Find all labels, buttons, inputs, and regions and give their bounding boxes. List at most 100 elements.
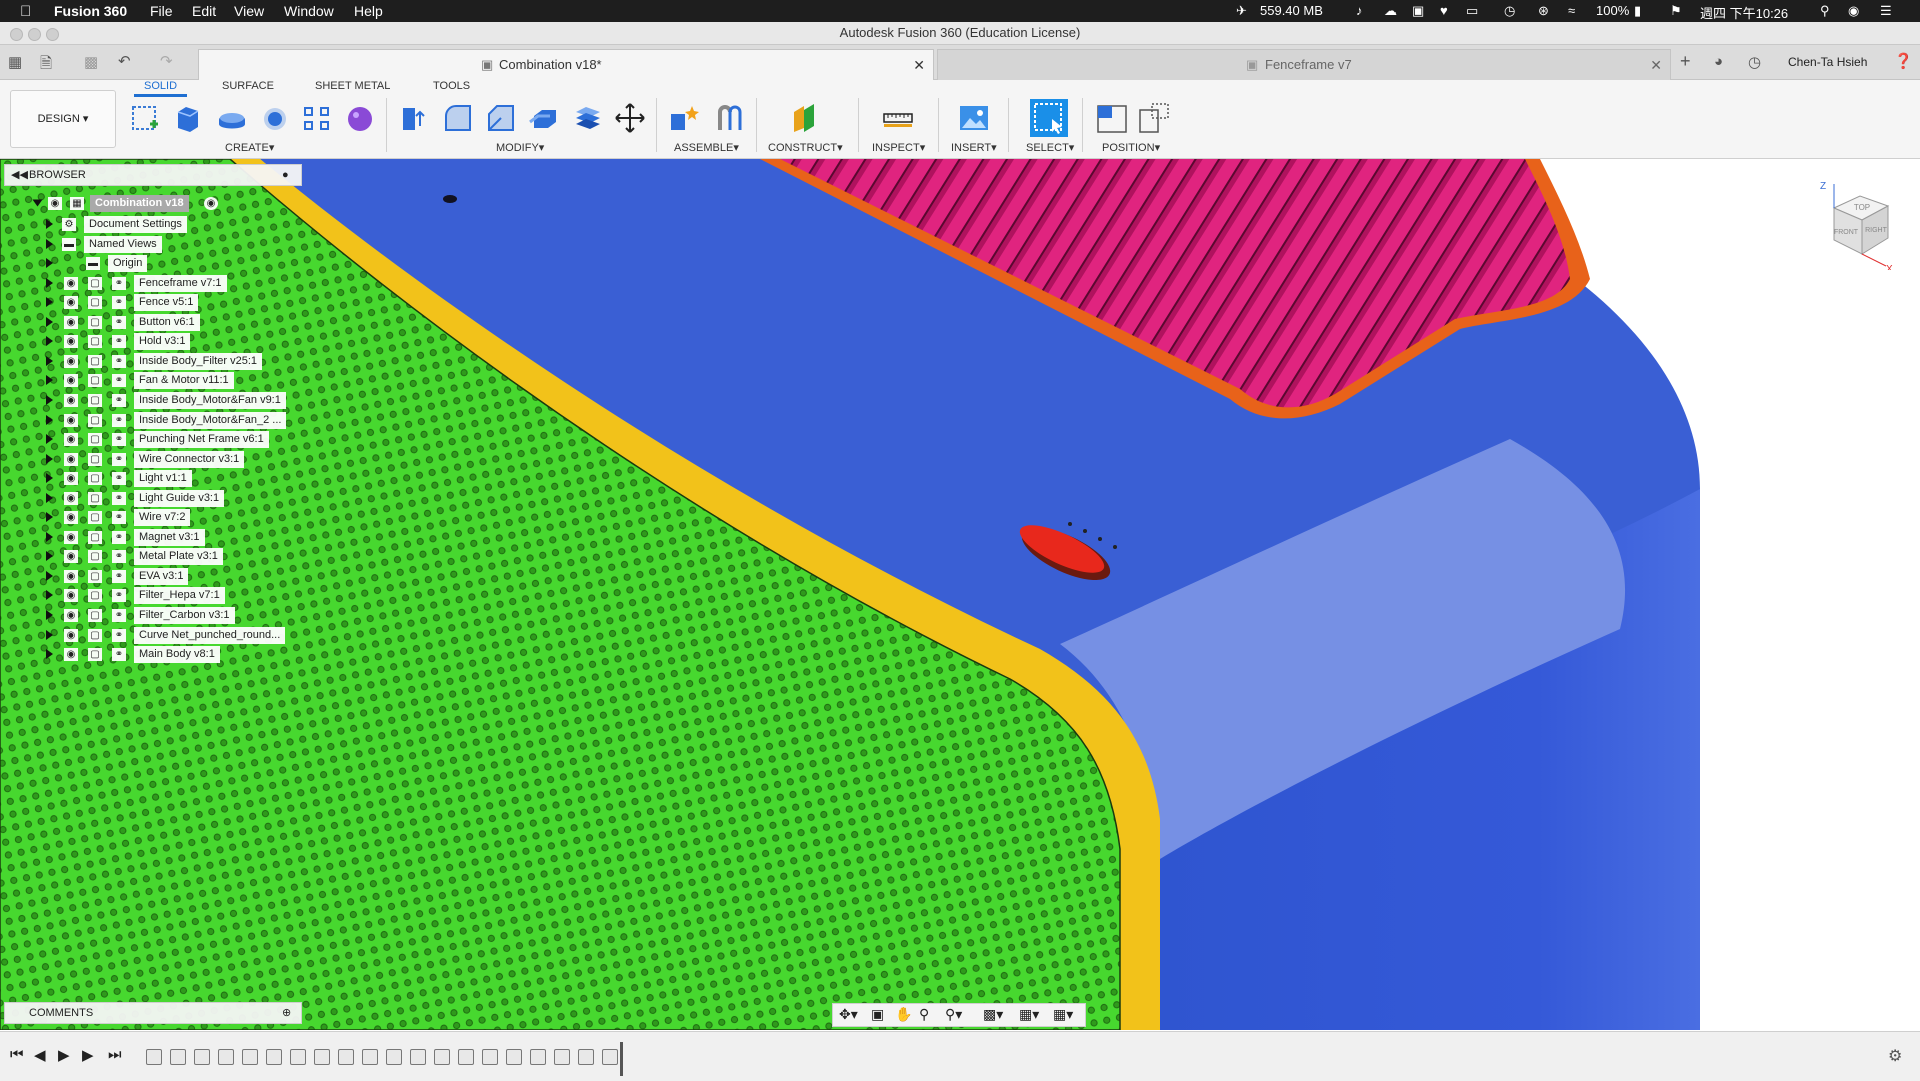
notifications-icon[interactable]: ◷	[1748, 53, 1761, 71]
move-copy-icon[interactable]	[614, 102, 646, 134]
expand-triangle-icon[interactable]	[46, 453, 53, 464]
notification-center-icon[interactable]: ☰	[1880, 3, 1892, 19]
expand-triangle-icon[interactable]	[46, 238, 53, 249]
group-modify[interactable]: MODIFY▾	[496, 141, 544, 154]
offset-plane-icon[interactable]	[790, 102, 822, 134]
browser-item[interactable]: ◉ ▢ ⚭ EVA v3:1	[4, 567, 302, 585]
browser-item[interactable]: ▬ Named Views	[4, 235, 302, 253]
timeline-feature-icon[interactable]	[242, 1049, 258, 1065]
browser-item[interactable]: ◉ ▢ ⚭ Button v6:1	[4, 313, 302, 331]
expand-triangle-icon[interactable]	[46, 570, 53, 581]
expand-triangle-icon[interactable]	[46, 414, 53, 425]
expand-triangle-icon[interactable]	[46, 219, 53, 229]
browser-item[interactable]: ◉ ▢ ⚭ Filter_Carbon v3:1	[4, 607, 302, 624]
airplay-icon[interactable]: ▭	[1466, 3, 1478, 19]
close-tab-icon[interactable]: ✕	[913, 50, 925, 80]
timeline-feature-icon[interactable]	[530, 1049, 546, 1065]
browser-item[interactable]: ◉ ▢ ⚭ Fence v5:1	[4, 294, 302, 312]
user-name[interactable]: Chen-Ta Hsieh	[1788, 55, 1867, 69]
orbit-icon[interactable]: ✥▾	[839, 1006, 858, 1023]
display-settings-icon[interactable]: ▩▾	[983, 1006, 1003, 1023]
browser-item[interactable]: ◉ ▢ ⚭ Wire Connector v3:1	[4, 450, 302, 468]
timeline-feature-icon[interactable]	[506, 1049, 522, 1065]
revert-position-icon[interactable]	[1138, 102, 1170, 134]
create-form-icon[interactable]	[344, 102, 376, 134]
expand-triangle-icon[interactable]	[46, 492, 53, 503]
browser-item[interactable]: ◉ ▢ ⚭ Light Guide v3:1	[4, 489, 302, 507]
combine-icon[interactable]	[572, 102, 604, 134]
viewports-icon[interactable]: ▦▾	[1053, 1006, 1073, 1023]
close-window-button[interactable]	[10, 28, 23, 41]
insert-canvas-icon[interactable]	[958, 102, 990, 134]
visibility-eye-icon[interactable]: ◉	[64, 335, 78, 349]
measure-icon[interactable]	[882, 102, 914, 134]
input-source-icon[interactable]: ⚑	[1670, 3, 1682, 19]
undo-icon[interactable]: ↶	[118, 52, 131, 70]
browser-item[interactable]: ◉ ▢ ⚭ Inside Body_Motor&Fan_2 ...	[4, 411, 302, 429]
tab-combination[interactable]: ▣ Combination v18* ✕	[198, 49, 934, 80]
browser-header[interactable]: ◀◀ BROWSER ●	[4, 164, 302, 186]
battery-icon[interactable]: ▮	[1634, 3, 1641, 19]
memory-readout[interactable]: 559.40 MB	[1260, 3, 1323, 18]
play-icon[interactable]: ▶	[58, 1046, 70, 1064]
menu-file[interactable]: File	[150, 3, 173, 19]
browser-item[interactable]: ◉ ▢ ⚭ Hold v3:1	[4, 333, 302, 351]
menu-help[interactable]: Help	[354, 3, 383, 19]
siri-icon[interactable]: ◉	[1848, 3, 1859, 19]
visibility-eye-icon[interactable]: ◉	[64, 628, 78, 642]
visibility-eye-icon[interactable]: ◉	[64, 550, 78, 564]
revolve-icon[interactable]	[216, 102, 248, 134]
tab-tools[interactable]: TOOLS	[433, 80, 470, 92]
grid-settings-icon[interactable]: ▦▾	[1019, 1006, 1039, 1023]
browser-item[interactable]: ◉ ▢ ⚭ Metal Plate v3:1	[4, 548, 302, 566]
timeline-feature-icon[interactable]	[194, 1049, 210, 1065]
menu-window[interactable]: Window	[284, 3, 334, 19]
browser-item[interactable]: ◉ ▢ ⚭ Fenceframe v7:1	[4, 274, 302, 292]
timeline-feature-icon[interactable]	[314, 1049, 330, 1065]
rectangular-pattern-icon[interactable]	[301, 102, 333, 134]
expand-triangle-icon[interactable]	[46, 531, 53, 542]
visibility-eye-icon[interactable]: ◉	[64, 296, 78, 310]
timeline-feature-icon[interactable]	[338, 1049, 354, 1065]
apple-icon[interactable]: 	[20, 3, 31, 20]
step-back-icon[interactable]: ◀	[34, 1046, 46, 1064]
expand-triangle-icon[interactable]	[46, 258, 53, 269]
press-pull-icon[interactable]	[398, 102, 430, 134]
tab-sheet-metal[interactable]: SHEET METAL	[315, 80, 390, 92]
chat-icon[interactable]: ▣	[1412, 3, 1424, 19]
tab-surface[interactable]: SURFACE	[222, 80, 274, 92]
time-machine-icon[interactable]: ◷	[1504, 3, 1515, 19]
redo-icon[interactable]: ↷	[160, 52, 173, 70]
zoom-icon[interactable]: ⚲	[919, 1006, 929, 1023]
visibility-eye-icon[interactable]: ◉	[64, 276, 78, 290]
spotlight-search-icon[interactable]: ⚲	[1820, 3, 1830, 19]
visibility-eye-icon[interactable]: ◉	[64, 374, 78, 388]
timeline-feature-icon[interactable]	[578, 1049, 594, 1065]
expand-triangle-icon[interactable]	[32, 199, 43, 207]
go-to-start-icon[interactable]: ⏮	[10, 1046, 24, 1063]
browser-item[interactable]: ◉ ▢ ⚭ Main Body v8:1	[4, 646, 302, 664]
expand-triangle-icon[interactable]	[46, 629, 53, 640]
expand-triangle-icon[interactable]	[46, 394, 53, 405]
menu-app-name[interactable]: Fusion 360	[54, 3, 127, 19]
location-icon[interactable]: ♥	[1440, 3, 1448, 18]
visibility-eye-icon[interactable]: ◉	[64, 491, 78, 505]
expand-triangle-icon[interactable]	[46, 551, 53, 562]
expand-triangle-icon[interactable]	[46, 297, 53, 308]
expand-triangle-icon[interactable]	[46, 434, 53, 445]
browser-item[interactable]: ▬ Origin	[4, 255, 302, 273]
expand-triangle-icon[interactable]	[46, 590, 53, 601]
extrude-icon[interactable]	[172, 102, 204, 134]
browser-item[interactable]: ◉ ▢ ⚭ Wire v7:2	[4, 509, 302, 527]
minimize-window-button[interactable]	[28, 28, 41, 41]
joint-icon[interactable]	[712, 102, 744, 134]
browser-item[interactable]: ◉ ▢ ⚭ Filter_Hepa v7:1	[4, 587, 302, 605]
tab-fenceframe[interactable]: ▣ Fenceframe v7 ✕	[937, 49, 1671, 80]
browser-item[interactable]: ◉ ▢ ⚭ Inside Body_Filter v25:1	[4, 352, 302, 370]
timeline-feature-icon[interactable]	[482, 1049, 498, 1065]
sound-icon[interactable]: ♪	[1356, 3, 1363, 18]
close-tab-icon[interactable]: ✕	[1650, 50, 1662, 80]
help-icon[interactable]: ❓	[1894, 52, 1913, 70]
visibility-eye-icon[interactable]: ◉	[64, 452, 78, 466]
timeline-feature-icon[interactable]	[602, 1049, 618, 1065]
